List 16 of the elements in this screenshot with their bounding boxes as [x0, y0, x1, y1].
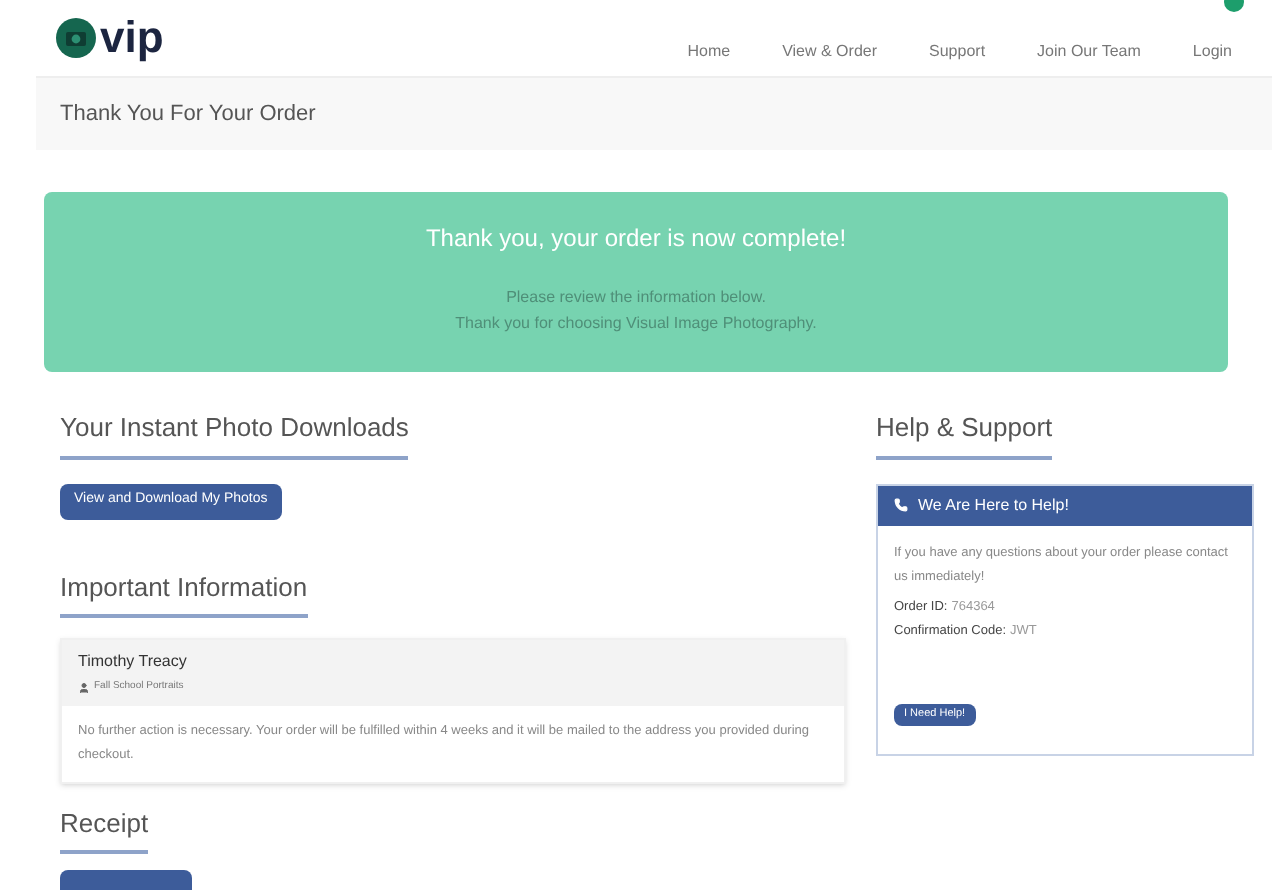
nav-link[interactable]: Join Our Team — [1037, 40, 1141, 64]
section-heading: Your Instant Photo Downloads — [60, 408, 409, 459]
banner-text: Thank you for choosing Visual Image Photography. — [455, 312, 817, 336]
logo-text: vip — [100, 16, 164, 60]
page-title: Thank You For Your Order — [60, 99, 316, 130]
customer-name: Timothy Treacy — [78, 650, 189, 674]
panel-title: We Are Here to Help! — [918, 493, 1069, 517]
nav-link[interactable]: Home — [687, 40, 731, 64]
section-heading: Help & Support — [876, 408, 1053, 459]
banner-text: Please review the information below. — [506, 286, 766, 310]
section-heading: Receipt — [60, 803, 149, 854]
nav-link[interactable]: Login — [1192, 40, 1232, 64]
nav-link[interactable]: View & Order — [782, 40, 878, 64]
nav-link[interactable]: Support — [929, 40, 986, 64]
banner-heading: Thank you, your order is now complete! — [425, 222, 847, 256]
section-heading: Important Information — [60, 567, 308, 618]
